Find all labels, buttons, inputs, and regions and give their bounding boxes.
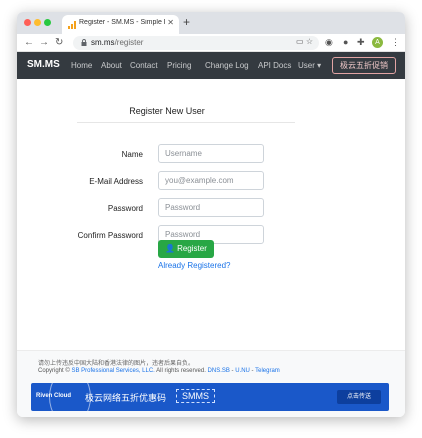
add-user-icon: 👤 — [165, 244, 176, 253]
star-icon[interactable]: ☆ — [306, 37, 313, 46]
register-page: Register New User Name E-Mail Address Pa… — [17, 79, 405, 350]
close-icon[interactable]: ✕ — [167, 18, 174, 28]
copyright-prefix: Copyright © — [38, 368, 70, 374]
footer: 请勿上传违反中国大陆和香港法律的图片，违者后果自负。 Copyright © S… — [17, 350, 405, 417]
nav-contact[interactable]: Contact — [130, 61, 158, 70]
puzzle-icon[interactable]: ✚ — [357, 37, 365, 48]
nav-pricing[interactable]: Pricing — [167, 61, 191, 70]
url-text: sm.ms/register — [91, 38, 143, 47]
name-label: Name — [121, 150, 143, 159]
url-path: /register — [114, 38, 144, 47]
menu-dots-icon[interactable]: ⋮ — [391, 36, 400, 49]
footer-copyright: Copyright © SB Professional Services, LL… — [38, 368, 280, 374]
reload-icon[interactable]: ↻ — [55, 36, 63, 49]
cast-icon[interactable]: ▭ — [296, 37, 304, 46]
extension-dot-icon[interactable]: ● — [343, 37, 348, 48]
new-tab-button[interactable]: + — [183, 15, 190, 29]
email-label: E-Mail Address — [89, 177, 143, 186]
address-bar[interactable]: sm.ms/register ▭ ☆ — [73, 36, 319, 50]
nav-home[interactable]: Home — [71, 61, 92, 70]
minimize-window-button[interactable] — [34, 19, 41, 26]
confirm-password-label: Confirm Password — [77, 231, 143, 240]
page-title: Register New User — [129, 106, 205, 116]
brand-logo[interactable]: SM.MS — [27, 59, 60, 70]
unu-link[interactable]: U.NU — [235, 368, 250, 374]
browser-tab[interactable]: Register - SM.MS - Simple Fre ✕ — [62, 15, 179, 34]
url-host: sm.ms — [91, 38, 115, 47]
already-registered-link[interactable]: Already Registered? — [158, 261, 230, 270]
browser-toolbar: ← → ↻ sm.ms/register ▭ ☆ ◉ ● ✚ A ⋮ — [17, 34, 405, 52]
register-button[interactable]: 👤 Register — [158, 240, 214, 258]
back-arrow-icon[interactable]: ← — [24, 36, 34, 49]
divider — [77, 122, 295, 123]
site-navbar: SM.MS Home About Contact Pricing Change … — [17, 52, 405, 79]
tab-title: Register - SM.MS - Simple Fre — [79, 19, 165, 26]
banner-cta-button[interactable]: 点击传送 — [337, 390, 381, 404]
forward-arrow-icon[interactable]: → — [39, 36, 49, 49]
omnibox-actions: ▭ ☆ — [296, 37, 313, 46]
email-input[interactable] — [158, 171, 264, 190]
company-link[interactable]: SB Professional Services, LLC. — [71, 368, 154, 374]
avatar[interactable]: A — [372, 37, 383, 48]
password-input[interactable] — [158, 198, 264, 217]
nav-user-dropdown[interactable]: User ▾ — [298, 61, 321, 70]
nav-api-docs[interactable]: API Docs — [258, 61, 291, 70]
telegram-link[interactable]: Telegram — [255, 368, 280, 374]
footer-notice: 请勿上传违反中国大陆和香港法律的图片，违者后果自负。 — [38, 361, 195, 367]
coupon-code: SMMS — [176, 389, 215, 403]
promo-button[interactable]: 极云五折促销 — [332, 57, 396, 74]
dns-sb-link[interactable]: DNS.SB — [208, 368, 230, 374]
banner-text: 极云网络五折优惠码 — [85, 393, 167, 403]
banner-brand: Riven Cloud — [36, 393, 72, 399]
register-label: Register — [177, 244, 207, 253]
maximize-window-button[interactable] — [44, 19, 51, 26]
nav-about[interactable]: About — [101, 61, 122, 70]
promo-banner[interactable]: Riven Cloud 极云网络五折优惠码 SMMS 点击传送 — [31, 383, 389, 411]
password-label: Password — [107, 204, 143, 213]
browser-window: Register - SM.MS - Simple Fre ✕ + ← → ↻ … — [17, 12, 405, 417]
rights-text: All rights reserved. — [156, 368, 206, 374]
nav-change-log[interactable]: Change Log — [205, 61, 249, 70]
tab-strip: Register - SM.MS - Simple Fre ✕ + — [17, 12, 405, 34]
lock-icon — [81, 39, 87, 46]
name-input[interactable] — [158, 144, 264, 163]
extension-icon[interactable]: ◉ — [325, 37, 333, 48]
bar-chart-icon — [68, 21, 76, 29]
close-window-button[interactable] — [24, 19, 31, 26]
